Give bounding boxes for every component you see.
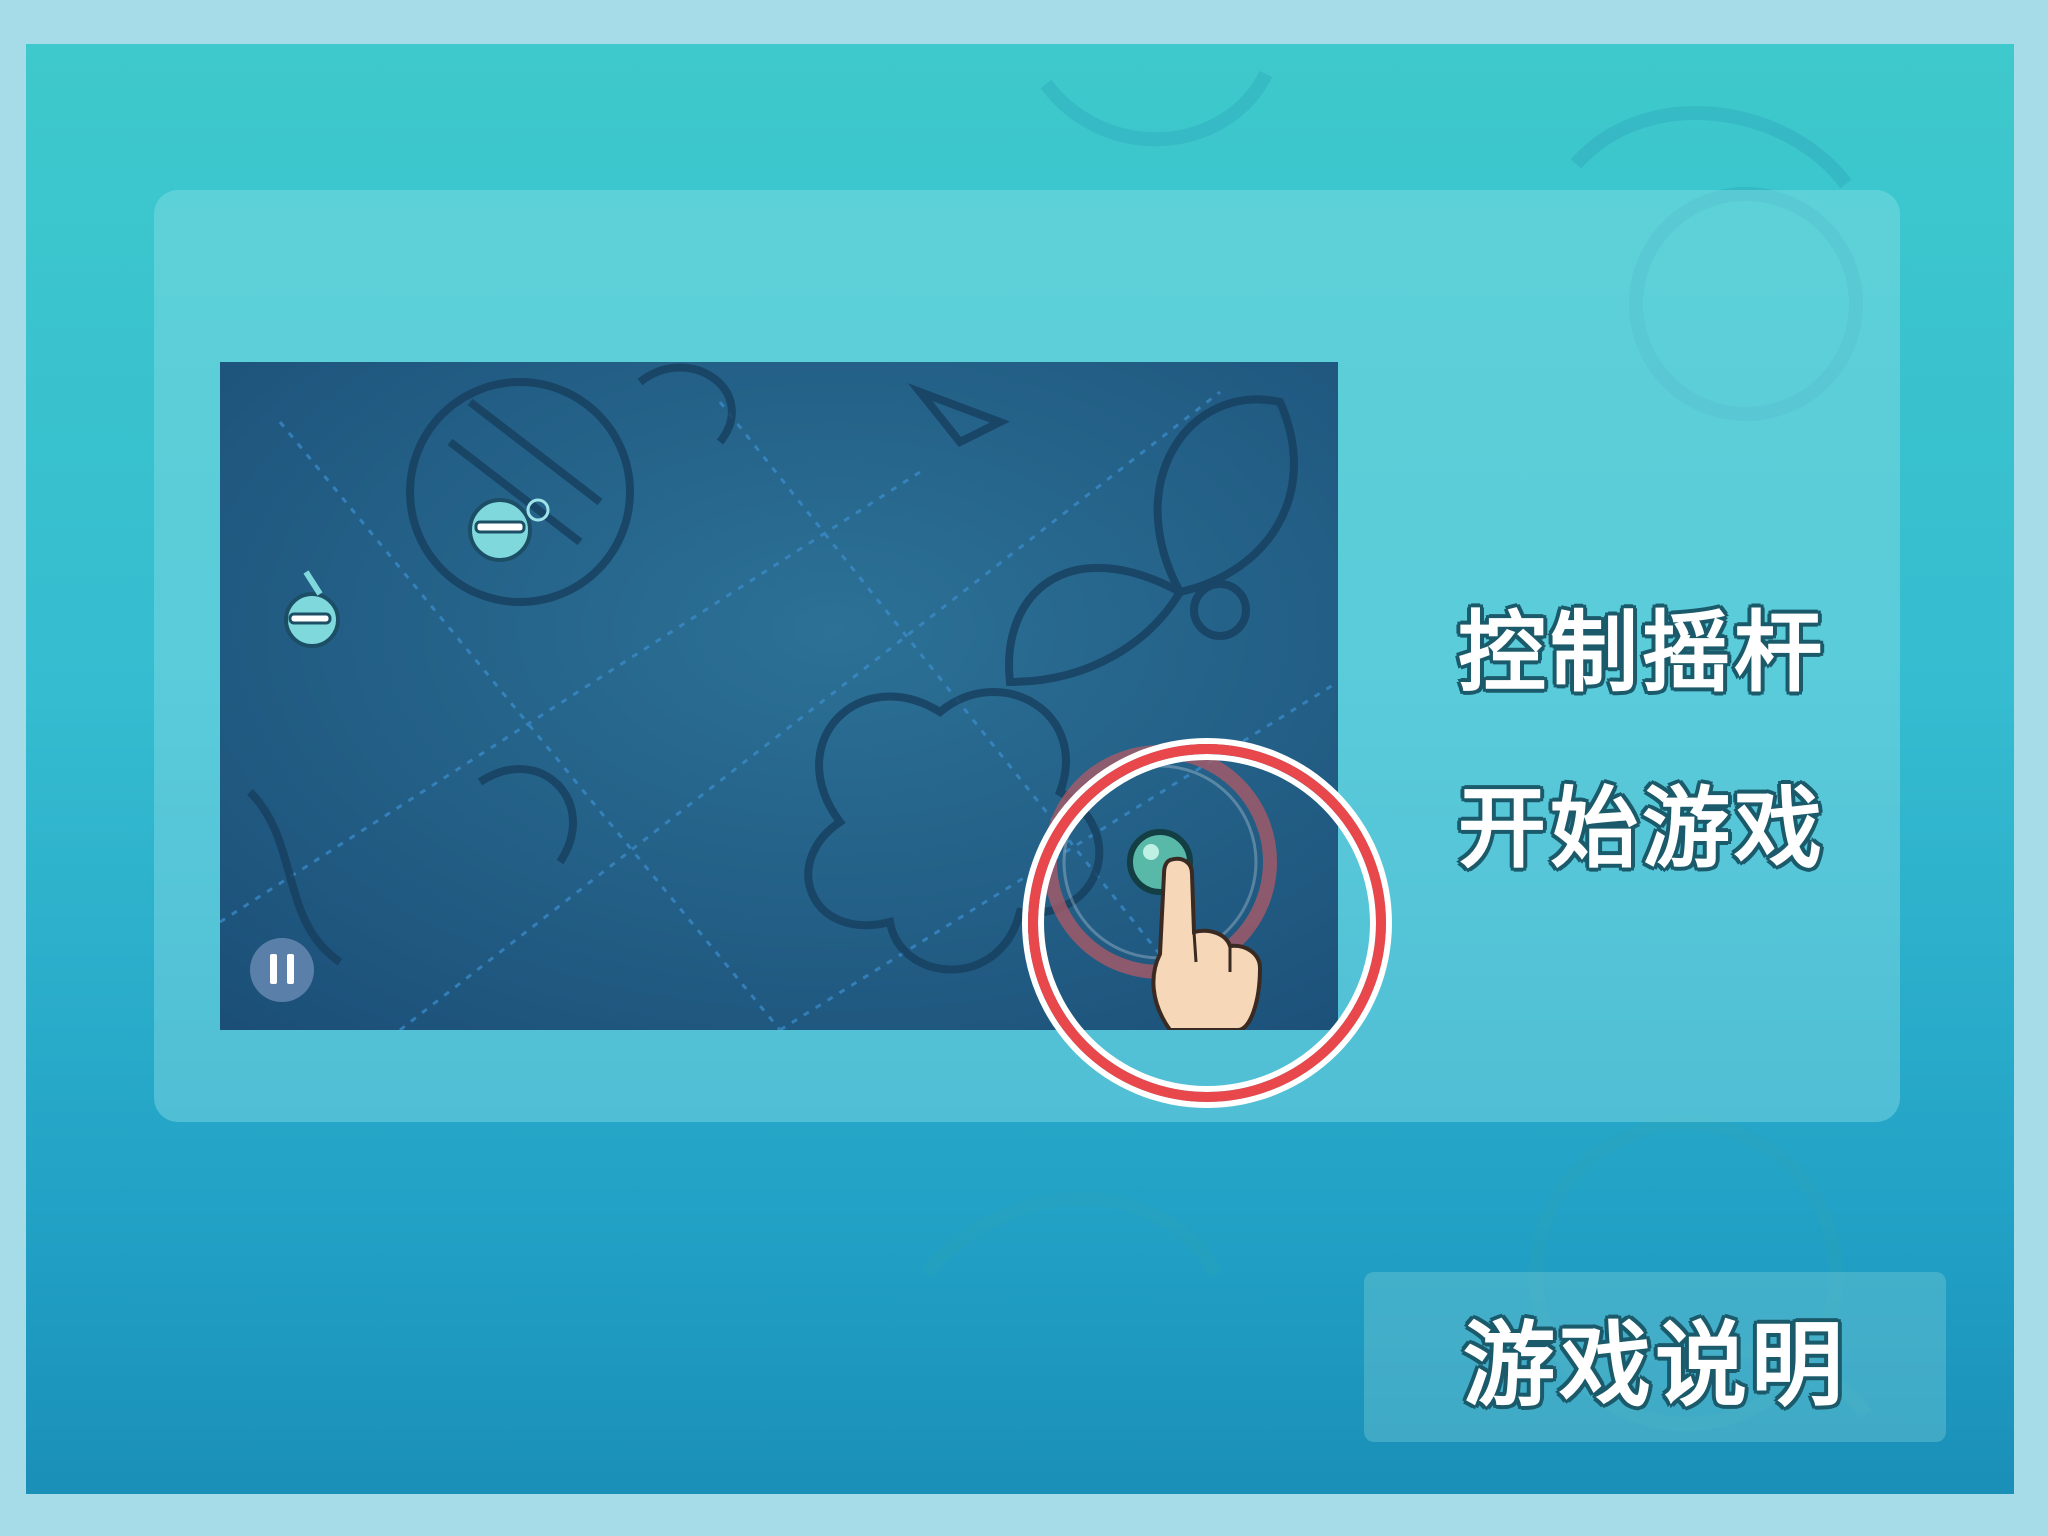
joystick-highlight-ring bbox=[1028, 744, 1386, 1102]
instruction-start-game: 开始游戏 bbox=[1458, 777, 1827, 880]
instruction-control-joystick: 控制摇杆 bbox=[1458, 601, 1827, 704]
help-screen: 控制摇杆 开始游戏 游戏说明 bbox=[26, 44, 2014, 1494]
game-help-label: 游戏说明 bbox=[1462, 1311, 1847, 1419]
game-help-button[interactable]: 游戏说明 bbox=[1364, 1272, 1946, 1442]
pause-icon bbox=[250, 938, 314, 1002]
